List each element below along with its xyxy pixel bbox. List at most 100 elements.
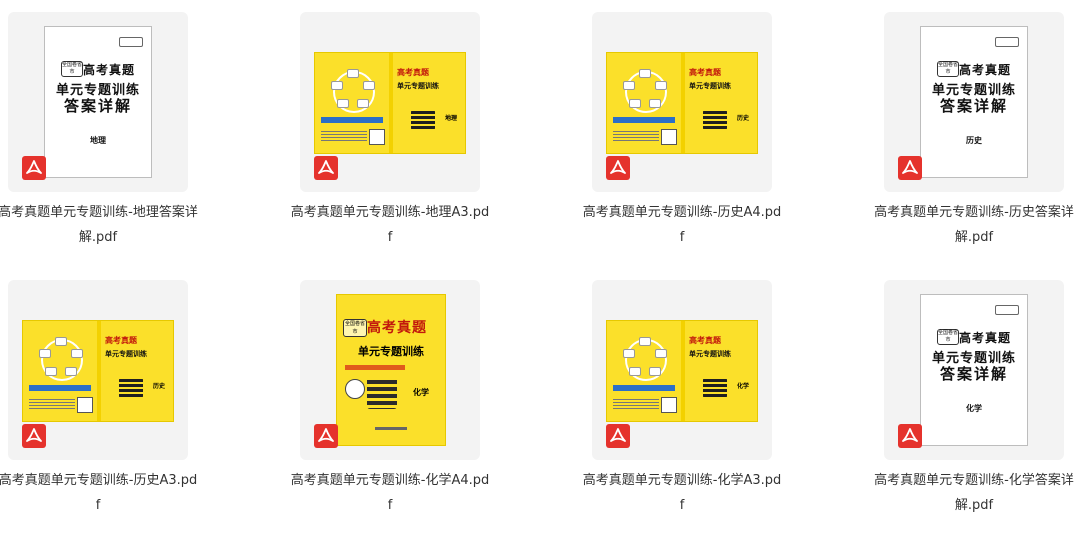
- barcode: [661, 397, 677, 413]
- cover-title-top: 高考真题: [689, 68, 721, 77]
- cover-subject: 化学: [413, 388, 429, 397]
- pdf-icon: [314, 156, 338, 180]
- file-name[interactable]: 高考真题单元专题训练-历史A3.pdf: [0, 468, 198, 518]
- cover-back: [23, 321, 97, 421]
- cover-title-answer: 答案详解: [939, 97, 1008, 115]
- cover-title-top: 高考真题: [397, 68, 429, 77]
- file-thumbnail[interactable]: 高考真题 单元专题训练 化学: [592, 280, 772, 460]
- cover-image: 高考真题 单元专题训练 历史: [606, 52, 758, 154]
- cover-title-mid: 单元专题训练: [397, 82, 439, 90]
- file-item[interactable]: 高考真题 单元专题训练 地理 高考真题单元专题训练-地理A3.pdf: [291, 12, 489, 262]
- cover-text-lines: [613, 129, 659, 143]
- cover-back: [607, 321, 681, 421]
- cover-graphic: [345, 379, 365, 399]
- file-item[interactable]: 全国卷省市 高考真题 单元专题训练 答案详解 化学 高考真题单元专题训练-化学答…: [874, 280, 1074, 530]
- pdf-icon: [606, 424, 630, 448]
- file-name[interactable]: 高考真题单元专题训练-化学答案详解.pdf: [874, 468, 1074, 518]
- cover-graphic: [703, 109, 727, 131]
- cover-footer: [375, 427, 407, 430]
- cover-image: 全国卷省市 高考真题 单元专题训练 化学: [336, 294, 446, 446]
- cover-graphic: [331, 69, 375, 113]
- file-item[interactable]: 高考真题 单元专题训练 历史 高考真题单元专题训练-历史A4.pdf: [583, 12, 781, 262]
- cover-graphic: [119, 377, 143, 399]
- cover-front: 高考真题 单元专题训练 历史: [101, 321, 173, 421]
- pdf-icon: [22, 424, 46, 448]
- cover-banner: [613, 385, 675, 391]
- pdf-icon: [314, 424, 338, 448]
- barcode: [77, 397, 93, 413]
- file-name[interactable]: 高考真题单元专题训练-化学A4.pdf: [290, 468, 490, 518]
- cover-banner: [613, 117, 675, 123]
- file-thumbnail[interactable]: 高考真题 单元专题训练 历史: [592, 12, 772, 192]
- file-name[interactable]: 高考真题单元专题训练-历史A4.pdf: [582, 200, 782, 250]
- pdf-icon: [606, 156, 630, 180]
- cover-image: 全国卷省市 高考真题 单元专题训练 答案详解 历史: [920, 26, 1028, 178]
- file-thumbnail[interactable]: 全国卷省市 高考真题 单元专题训练 答案详解 地理: [8, 12, 188, 192]
- file-grid: 全国卷省市 高考真题 单元专题训练 答案详解 地理 高考真题单元专题训练-地理答…: [0, 0, 1080, 540]
- cover-graphic: [623, 69, 667, 113]
- cover-title-mid: 单元专题训练: [689, 82, 731, 90]
- cover-title-top: 高考真题: [105, 336, 137, 345]
- cover-title-top: 高考真题: [959, 331, 1012, 345]
- cover-image: 高考真题 单元专题训练 化学: [606, 320, 758, 422]
- cover-text-lines: [29, 397, 75, 411]
- cover-front: 高考真题 单元专题训练 化学: [685, 321, 757, 421]
- file-item[interactable]: 全国卷省市 高考真题 单元专题训练 答案详解 地理 高考真题单元专题训练-地理答…: [0, 12, 198, 262]
- cover-back: [607, 53, 681, 153]
- cover-text-lines: [321, 129, 367, 143]
- file-thumbnail[interactable]: 全国卷省市 高考真题 单元专题训练 化学: [300, 280, 480, 460]
- publisher-logo: [995, 305, 1019, 315]
- cover-image: 高考真题 单元专题训练 历史: [22, 320, 174, 422]
- cover-title-top: 高考真题: [689, 336, 721, 345]
- cover-title-answer: 答案详解: [939, 365, 1008, 383]
- cover-title-mid: 单元专题训练: [689, 350, 731, 358]
- cover-title-answer: 答案详解: [63, 97, 132, 115]
- cover-back: [315, 53, 389, 153]
- cover-subject: 历史: [966, 136, 982, 145]
- file-thumbnail[interactable]: 全国卷省市 高考真题 单元专题训练 答案详解 历史: [884, 12, 1064, 192]
- barcode: [661, 129, 677, 145]
- cover-image: 全国卷省市 高考真题 单元专题训练 答案详解 化学: [920, 294, 1028, 446]
- file-name[interactable]: 高考真题单元专题训练-地理答案详解.pdf: [0, 200, 198, 250]
- cover-graphic: [39, 337, 83, 381]
- cover-front: 高考真题 单元专题训练 历史: [685, 53, 757, 153]
- publisher-logo: [995, 37, 1019, 47]
- cover-tag: 全国卷省市: [937, 329, 959, 345]
- cover-graphic: [411, 109, 435, 131]
- cover-graphic: [703, 377, 727, 399]
- file-name[interactable]: 高考真题单元专题训练-历史答案详解.pdf: [874, 200, 1074, 250]
- file-thumbnail[interactable]: 全国卷省市 高考真题 单元专题训练 答案详解 化学: [884, 280, 1064, 460]
- file-name[interactable]: 高考真题单元专题训练-化学A3.pdf: [582, 468, 782, 518]
- cover-text-lines: [613, 397, 659, 411]
- cover-tag: 全国卷省市: [61, 61, 83, 77]
- cover-graphic: [623, 337, 667, 381]
- cover-banner: [345, 365, 405, 370]
- publisher-logo: [119, 37, 143, 47]
- cover-front: 高考真题 单元专题训练 地理: [393, 53, 465, 153]
- cover-tag: 全国卷省市: [343, 319, 367, 337]
- cover-image: 高考真题 单元专题训练 地理: [314, 52, 466, 154]
- cover-title-mid: 单元专题训练: [105, 350, 147, 358]
- cover-tag: 全国卷省市: [937, 61, 959, 77]
- cover-subject: 历史: [153, 383, 166, 390]
- cover-title-top: 高考真题: [367, 320, 427, 336]
- cover-subject: 化学: [737, 383, 750, 390]
- file-name[interactable]: 高考真题单元专题训练-地理A3.pdf: [290, 200, 490, 250]
- file-item[interactable]: 高考真题 单元专题训练 历史 高考真题单元专题训练-历史A3.pdf: [0, 280, 197, 530]
- cover-subject: 地理: [445, 115, 458, 122]
- file-item[interactable]: 全国卷省市 高考真题 单元专题训练 化学 高考真题单元专题训练-化学A4.pdf: [291, 280, 489, 530]
- cover-title-mid: 单元专题训练: [358, 345, 424, 358]
- cover-subject: 地理: [90, 136, 106, 145]
- cover-graphic: [367, 377, 397, 409]
- file-item[interactable]: 全国卷省市 高考真题 单元专题训练 答案详解 历史 高考真题单元专题训练-历史答…: [874, 12, 1074, 262]
- cover-title-top: 高考真题: [959, 63, 1012, 77]
- file-thumbnail[interactable]: 高考真题 单元专题训练 地理: [300, 12, 480, 192]
- pdf-icon: [898, 424, 922, 448]
- pdf-icon: [898, 156, 922, 180]
- file-item[interactable]: 高考真题 单元专题训练 化学 高考真题单元专题训练-化学A3.pdf: [583, 280, 781, 530]
- file-thumbnail[interactable]: 高考真题 单元专题训练 历史: [8, 280, 188, 460]
- pdf-icon: [22, 156, 46, 180]
- barcode: [369, 129, 385, 145]
- cover-subject: 历史: [737, 115, 750, 122]
- cover-banner: [29, 385, 91, 391]
